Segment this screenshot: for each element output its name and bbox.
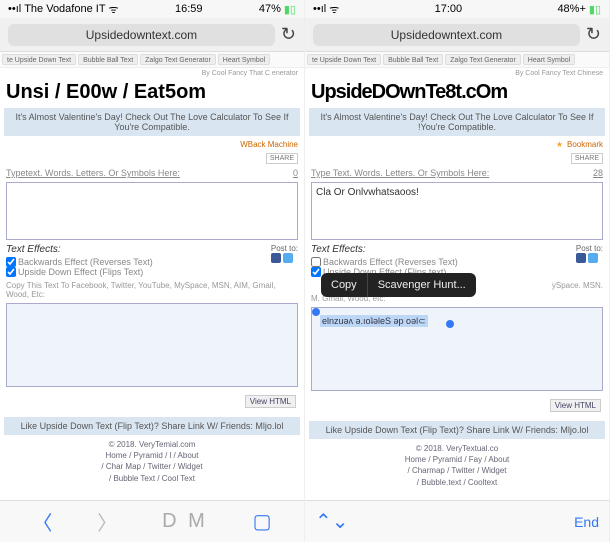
clock: 17:00 [435,3,463,15]
refresh-icon[interactable]: ↻ [281,24,296,45]
share-button[interactable]: SHARE [266,153,298,164]
page-title: Unsi / E00w / Eat5om [0,79,304,106]
keyboard-accessory: ⌃ ⌄ End [305,500,609,542]
menu-scavenger[interactable]: Scavenger Hunt... [368,273,476,297]
ios-context-menu: Copy Scavenger Hunt... [321,273,476,297]
postto-label: Post to: [576,244,603,253]
input-prompt: Typetext. Words. Letters. Or Symbols Her… [0,166,304,180]
page-title: UpsideDOwnTe8t.cOm [305,79,609,106]
safari-toolbar: 〈 〉 D M ▢ [0,500,304,542]
footer-row3[interactable]: / Bubble.text / Cooltext [311,477,603,488]
facebook-icon[interactable] [271,253,281,263]
prev-field-icon[interactable]: ⌃ [315,509,332,534]
footer-row2[interactable]: / Char Map / Twitter / Widget [6,461,298,472]
tab-bubble[interactable]: Bubble Ball Text [383,54,443,65]
copyright: © 2018. VeryTextual.co [311,443,603,454]
footer-row1[interactable]: Home / Pyramid / Fay / About [311,454,603,465]
battery-icon: ▮▯ [589,3,601,16]
battery-percent: 47% [259,3,281,15]
tab-heart[interactable]: Heart Symbol [523,54,575,65]
view-html-button[interactable]: View HTML [550,399,601,412]
valentine-banner[interactable]: It's Almost Valentine's Day! Check Out T… [4,108,300,136]
effect-backwards-label: Backwards Effect (Reverses Text) [323,257,458,267]
prompt-text: Typetext. Words. Letters. Or Symbols Her… [6,168,180,178]
back-icon[interactable]: 〈 [32,507,52,536]
effect-backwards-label: Backwards Effect (Reverses Text) [18,257,153,267]
tab-zalgo[interactable]: Zalgo Text Generator [445,54,521,65]
twitter-icon[interactable] [588,253,598,263]
checkbox-upsidedown[interactable] [6,267,16,277]
refresh-icon[interactable]: ↻ [586,24,601,45]
tab-upsidedown[interactable]: te Upside Down Text [307,54,381,65]
footer-row3[interactable]: / Bubble Text / Cool Text [6,473,298,484]
status-bar: ••ıl ᯤ 17:00 48%+ ▮▯ [305,0,609,18]
input-textarea[interactable]: Cla Or Onlvwhatsaoos! [311,182,603,240]
effects-section: Text Effects: Backwards Effect (Reverses… [0,242,304,279]
byline: By Cool Fancy That C enerator [0,68,304,79]
twitter-icon[interactable] [283,253,293,263]
copyright: © 2018. VeryTemial.com [6,439,298,450]
effects-title: Text Effects: [6,244,153,255]
footer-row2[interactable]: / Charmap / Twitter / Widget [311,465,603,476]
prompt-text: Type Text. Words. Letters. Or Symbols He… [311,168,489,178]
left-screenshot: ••ıl The Vodafone IT ᯤ 16:59 47% ▮▯ Upsi… [0,0,305,542]
tabs-icon[interactable]: ▢ [253,509,272,534]
checkbox-backwards[interactable] [311,257,321,267]
selected-output-text[interactable]: elnzuəʌ ə.ıoʇəleS əp oəl⊂ [320,315,428,327]
signal-icon: ••ıl [8,3,21,15]
url-bar: Upsidedowntext.com ↻ [0,18,304,52]
bookmark-link[interactable]: WBack Machine [240,140,298,149]
input-prompt: Type Text. Words. Letters. Or Symbols He… [305,166,609,180]
status-bar: ••ıl The Vodafone IT ᯤ 16:59 47% ▮▯ [0,0,304,18]
clock: 16:59 [175,3,203,15]
wifi-icon: ᯤ [109,2,119,17]
footer-row1[interactable]: Home / Pyramid / l / About [6,450,298,461]
site-tabs: te Upside Down Text Bubble Ball Text Zal… [305,52,609,68]
star-icon: ★ [556,140,563,149]
footer-share: Like Upside Down Text (Flip Text)? Share… [309,421,605,439]
done-button[interactable]: End [574,514,599,530]
input-textarea[interactable] [6,182,298,240]
site-tabs: te Upside Down Text Bubble Ball Text Zal… [0,52,304,68]
selection-handle-start[interactable] [312,308,320,316]
tab-upsidedown[interactable]: te Upside Down Text [2,54,76,65]
checkbox-upsidedown[interactable] [311,267,321,277]
url-bar: Upsidedowntext.com ↻ [305,18,609,52]
footer-links: © 2018. VeryTextual.co Home / Pyramid / … [305,441,609,490]
selection-handle-end[interactable] [446,320,454,328]
valentine-banner[interactable]: It's Almost Valentine's Day! Check Out T… [309,108,605,136]
signal-icon: ••ıl [313,3,326,15]
address-field[interactable]: Upsidedowntext.com [8,24,275,46]
view-html-button[interactable]: View HTML [245,395,296,408]
effect-upsidedown-label: Upside Down Effect (Flips Text) [18,267,143,277]
carrier: The Vodafone IT [24,3,105,15]
postto-label: Post to: [271,244,298,253]
effects-title: Text Effects: [311,244,458,255]
byline: By Cool Fancy Text Chinese [305,68,609,79]
tab-zalgo[interactable]: Zalgo Text Generator [140,54,216,65]
battery-percent: 48%+ [557,3,585,15]
tab-bubble[interactable]: Bubble Ball Text [78,54,138,65]
footer-links: © 2018. VeryTemial.com Home / Pyramid / … [0,437,304,486]
next-field-icon[interactable]: ⌄ [332,509,349,534]
dm-text: D M [162,510,208,533]
tab-heart[interactable]: Heart Symbol [218,54,270,65]
forward-icon: 〉 [97,507,117,536]
checkbox-backwards[interactable] [6,257,16,267]
copy-instruction: Copy This Text To Facebook, Twitter, You… [0,279,304,301]
menu-copy[interactable]: Copy [321,273,368,297]
output-textarea[interactable]: elnzuəʌ ə.ıoʇəleS əp oəl⊂ [311,307,603,391]
wifi-icon: ᯤ [329,2,339,17]
bookmark-link[interactable]: Bookmark [567,140,603,149]
address-field[interactable]: Upsidedowntext.com [313,24,580,46]
battery-icon: ▮▯ [284,3,296,16]
char-count: 0 [293,168,298,178]
right-screenshot: ••ıl ᯤ 17:00 48%+ ▮▯ Upsidedowntext.com … [305,0,610,542]
footer-share: Like Upside Down Text (Flip Text)? Share… [4,417,300,435]
output-textarea[interactable] [6,303,298,387]
char-count: 28 [593,168,603,178]
share-button[interactable]: SHARE [571,153,603,164]
facebook-icon[interactable] [576,253,586,263]
